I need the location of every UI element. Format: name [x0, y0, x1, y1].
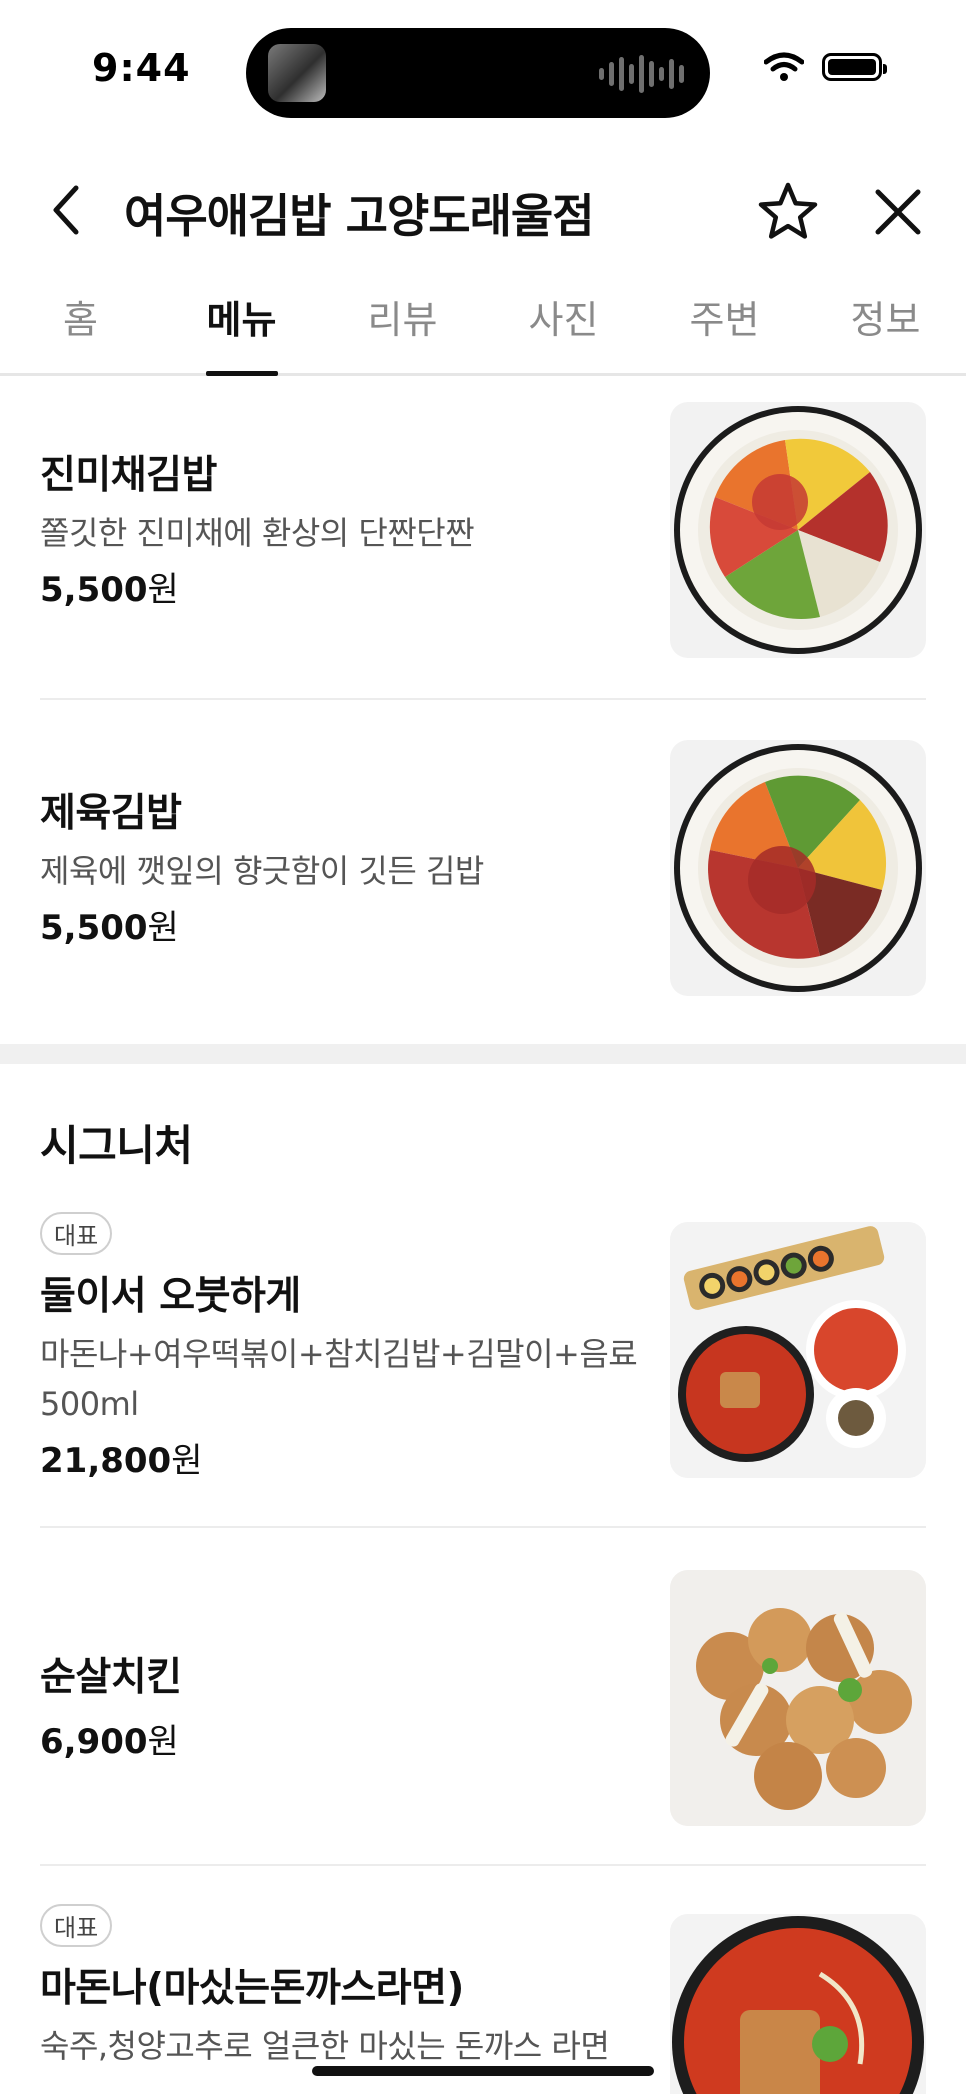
close-button[interactable]	[864, 178, 932, 246]
menu-item-photo[interactable]	[670, 1914, 926, 2094]
chevron-left-icon	[53, 185, 79, 235]
now-playing-album-art	[268, 44, 326, 102]
menu-item-price: 5,500원	[40, 570, 179, 610]
tab-nearby[interactable]: 주변	[644, 280, 805, 373]
divider	[40, 1864, 926, 1866]
divider	[40, 698, 926, 700]
menu-item-jinmichae-gimbap[interactable]: 진미채김밥 쫄깃한 진미채에 환상의 단짠단짠 5,500원	[40, 402, 926, 658]
favorite-button[interactable]	[752, 176, 824, 248]
tab-home[interactable]: 홈	[0, 280, 161, 373]
tab-menu[interactable]: 메뉴	[161, 280, 322, 373]
dynamic-island[interactable]	[246, 28, 710, 118]
status-bar: 9:44	[0, 0, 966, 140]
tab-bar: 홈 메뉴 리뷰 사진 주변 정보	[0, 280, 966, 376]
menu-item-photo[interactable]	[670, 1222, 926, 1478]
menu-item-name: 진미채김밥	[40, 453, 217, 498]
menu-item-name: 마돈나(마싰는돈까스라면)	[40, 1966, 464, 2011]
tab-photos[interactable]: 사진	[483, 280, 644, 373]
menu-item-price: 6,900원	[40, 1722, 179, 1762]
menu-item-description: 마돈나+여우떡볶이+참치김밥+김말이+음료 500ml	[40, 1335, 638, 1423]
section-separator	[0, 1044, 966, 1064]
menu-item-photo[interactable]	[670, 740, 926, 996]
menu-item-set-for-two[interactable]: 대표 둘이서 오붓하게 마돈나+여우떡볶이+참치김밥+김말이+음료 500ml …	[40, 1210, 926, 1481]
header: 여우애김밥 고양도래울점	[0, 160, 966, 260]
status-time: 9:44	[92, 46, 191, 90]
battery-icon	[822, 53, 887, 81]
menu-item-name: 제육김밥	[40, 791, 182, 836]
close-icon	[875, 189, 921, 235]
wifi-icon	[764, 52, 804, 81]
audio-waveform-icon	[599, 54, 684, 94]
section-title-signature: 시그니처	[40, 1121, 193, 1170]
status-icons	[764, 52, 887, 82]
tab-info[interactable]: 정보	[805, 280, 966, 373]
menu-item-description: 쫄깃한 진미채에 환상의 단짠단짠	[40, 514, 475, 552]
menu-item-jeyuk-gimbap[interactable]: 제육김밥 제육에 깻잎의 향긋함이 깃든 김밥 5,500원	[40, 740, 926, 996]
menu-item-price: 21,800원	[40, 1441, 203, 1481]
menu-item-boneless-chicken[interactable]: 순살치킨 6,900원	[40, 1570, 926, 1826]
tab-reviews[interactable]: 리뷰	[322, 280, 483, 373]
star-outline-icon	[758, 182, 818, 239]
menu-item-description: 제육에 깻잎의 향긋함이 깃든 김밥	[40, 852, 484, 890]
back-button[interactable]	[36, 180, 96, 240]
menu-item-name: 둘이서 오붓하게	[40, 1274, 301, 1319]
menu-item-photo[interactable]	[670, 1570, 926, 1826]
divider	[40, 1526, 926, 1528]
menu-item-price: 5,500원	[40, 908, 179, 948]
representative-badge: 대표	[40, 1212, 113, 1255]
menu-item-description: 숙주,청양고추로 얼큰한 마싰는 돈까스 라면	[40, 2027, 610, 2065]
page-title: 여우애김밥 고양도래울점	[124, 189, 595, 243]
representative-badge: 대표	[40, 1904, 113, 1947]
menu-item-name: 순살치킨	[40, 1655, 182, 1700]
home-indicator[interactable]	[312, 2066, 654, 2076]
menu-item-photo[interactable]	[670, 402, 926, 658]
